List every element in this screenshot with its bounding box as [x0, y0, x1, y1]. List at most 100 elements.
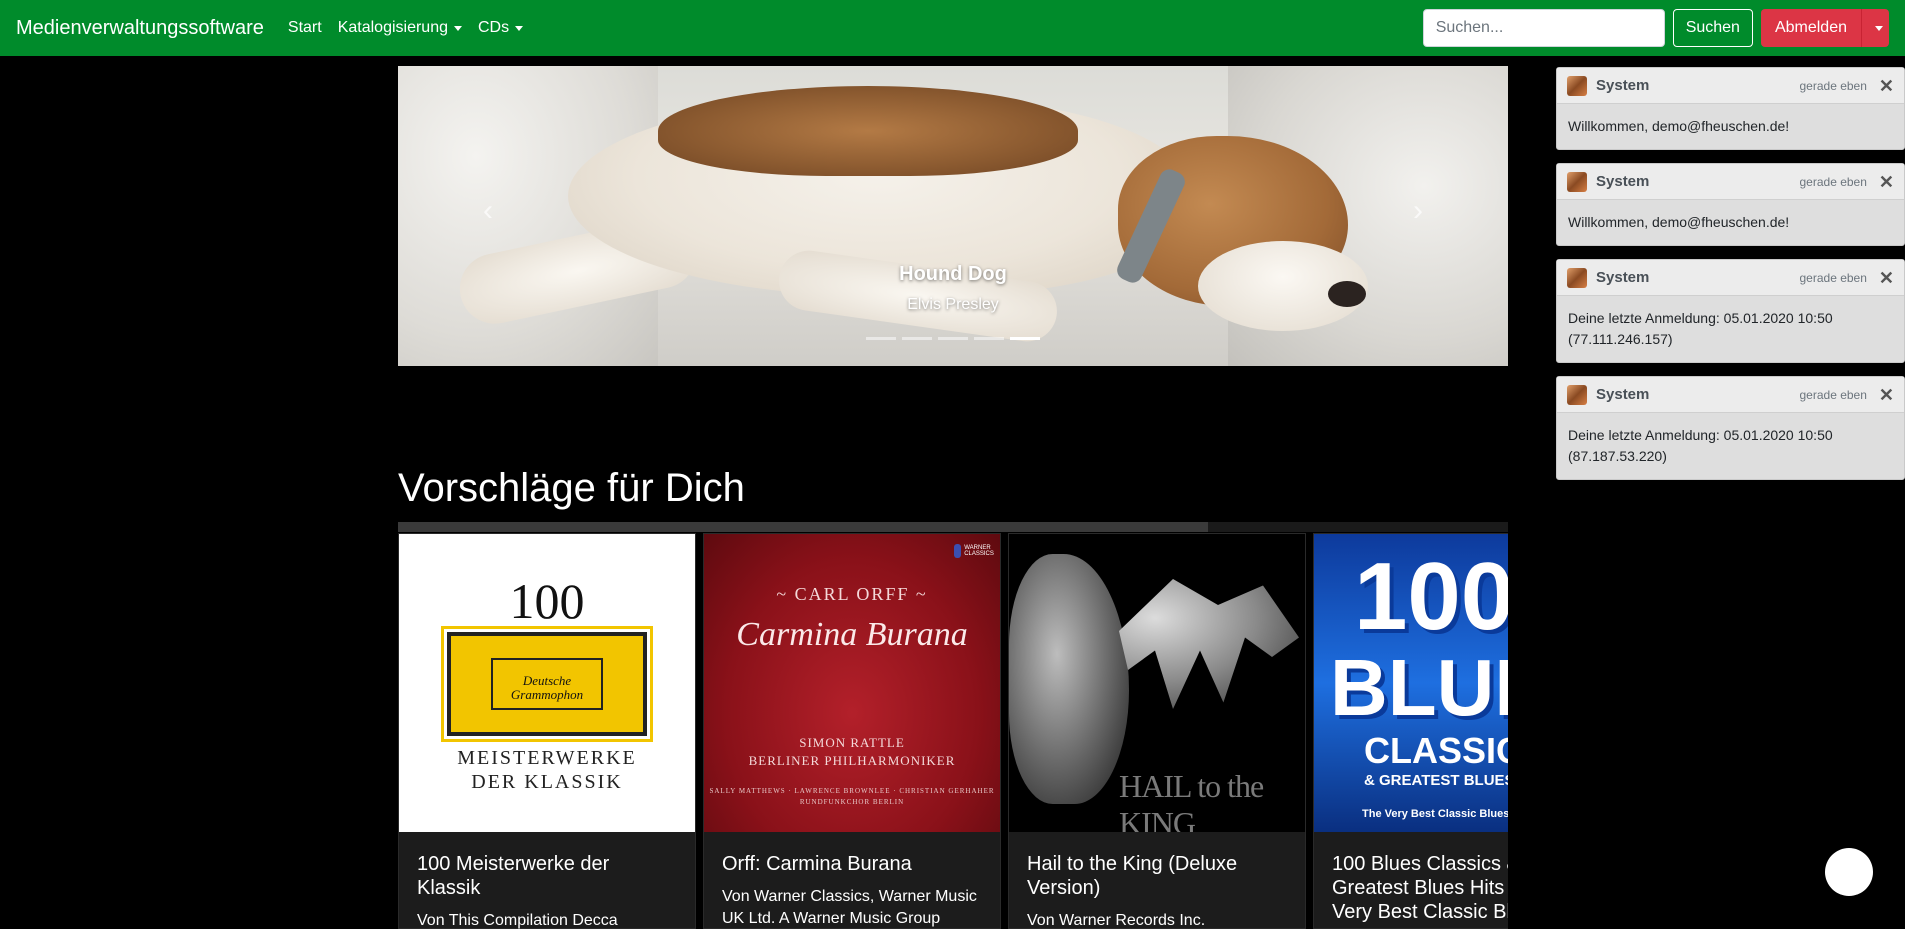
nav-start-label: Start [287, 19, 322, 36]
navbar: Medienverwaltungssoftware Start Katalogi… [0, 0, 1905, 56]
cover-composer: ~ CARL ORFF ~ [776, 584, 928, 604]
carousel-indicator[interactable] [974, 337, 1004, 340]
carousel-next-button[interactable]: › [1398, 191, 1438, 231]
close-icon[interactable]: ✕ [1879, 386, 1894, 404]
toast-body: Deine letzte Anmeldung: 05.01.2020 10:50… [1568, 310, 1833, 347]
album-cover[interactable]: 100 Deutsche Grammophon MEISTERWERKE DER K… [399, 534, 695, 832]
nav-start[interactable]: Start [288, 19, 322, 37]
carousel: ‹ › Hound Dog Elvis Presley [398, 66, 1508, 366]
section-title: Vorschläge für Dich [398, 466, 745, 510]
brand[interactable]: Medienverwaltungssoftware [16, 17, 264, 40]
search-button[interactable]: Suchen [1672, 9, 1753, 47]
cover-singers-line: SALLY MATTHEWS · LAWRENCE BROWNLEE · CHR… [709, 787, 995, 795]
card-body: 100 Blues Classics & Greatest Blues Hits… [1314, 832, 1508, 929]
toast-title: System [1596, 173, 1650, 190]
nav-katalogisierung-label: Katalogisierung [337, 19, 448, 36]
toast-body: Deine letzte Anmeldung: 05.01.2020 10:50… [1568, 427, 1833, 464]
cover-title: MEISTERWERKE DER KLASSIK [399, 746, 695, 794]
dg-label-frame: Deutsche Grammophon [441, 626, 653, 742]
app-icon [1567, 384, 1587, 405]
carousel-indicators [398, 337, 1508, 340]
album-cover[interactable]: HAIL to the KING [1009, 534, 1305, 832]
chat-bubble-button[interactable] [1825, 848, 1873, 896]
toast-title: System [1596, 386, 1650, 403]
toast-title: System [1596, 77, 1650, 94]
toast-title: System [1596, 269, 1650, 286]
cover-performers: SIMON RATTLE BERLINER PHILHARMONIKER [704, 734, 1000, 770]
album-card[interactable]: 100 BLUES CLASSICS & GREATEST BLUES HITS… [1313, 533, 1508, 929]
suggestion-cards: 100 Deutsche Grammophon MEISTERWERKE DER K… [398, 533, 1508, 929]
chevron-right-icon: › [1413, 194, 1423, 227]
toast-header: System gerade eben ✕ [1557, 68, 1904, 104]
album-card[interactable]: WARNER CLASSICS ~ CARL ORFF ~ Carmina Bu… [703, 533, 1001, 929]
cover-text: HAIL to the KING [1119, 768, 1264, 832]
card-body: Orff: Carmina Burana Von Warner Classics… [704, 832, 1000, 929]
cover-skull [1009, 554, 1129, 804]
card-title[interactable]: Hail to the King (Deluxe Version) [1027, 852, 1287, 900]
cover-wing [1119, 579, 1299, 709]
album-card[interactable]: 100 Deutsche Grammophon MEISTERWERKE DER K… [398, 533, 696, 929]
nav-right: Suchen Abmelden [1422, 9, 1889, 47]
cover-word-greatest: & GREATEST BLUES HITS [1364, 772, 1508, 789]
toast-time: gerade eben [1799, 270, 1867, 285]
toast-time: gerade eben [1799, 174, 1867, 189]
cover-word-verybest: The Very Best Classic Blues [1362, 808, 1508, 820]
scrollbar-thumb[interactable] [398, 522, 1208, 532]
logout-button[interactable]: Abmelden [1760, 9, 1861, 47]
cover-title-line1: MEISTERWERKE [457, 747, 637, 769]
carousel-indicator[interactable] [902, 337, 932, 340]
cover-title-line2: DER KLASSIK [471, 771, 623, 793]
carousel-subtitle: Elvis Presley [907, 296, 999, 313]
logout-group: Abmelden [1760, 9, 1889, 47]
cover-choir: RUNDFUNKCHOR BERLIN [799, 798, 905, 806]
close-icon[interactable]: ✕ [1879, 269, 1894, 287]
carousel-caption: Hound Dog Elvis Presley [398, 263, 1508, 314]
warner-logo-icon [954, 544, 962, 558]
album-cover[interactable]: WARNER CLASSICS ~ CARL ORFF ~ Carmina Bu… [704, 534, 1000, 832]
cover-work: Carmina Burana [736, 616, 968, 653]
dg-label-line2: Grammophon [510, 687, 584, 702]
chevron-down-icon [454, 25, 462, 31]
toast: System gerade eben ✕ Deine letzte Anmeld… [1556, 259, 1905, 363]
cover-number: 100 [1354, 543, 1508, 650]
card-text: Von Warner Classics, Warner Music UK Ltd… [722, 888, 977, 927]
nav-cds-label: CDs [478, 19, 510, 36]
logout-dropdown-toggle[interactable] [1861, 9, 1889, 47]
card-title[interactable]: 100 Meisterwerke der Klassik [417, 852, 677, 900]
carousel-indicator[interactable] [938, 337, 968, 340]
toast-time: gerade eben [1799, 78, 1867, 93]
cover-orchestra: BERLINER PHILHARMONIKER [748, 753, 956, 768]
card-title[interactable]: 100 Blues Classics & Greatest Blues Hits… [1332, 852, 1508, 924]
close-icon[interactable]: ✕ [1879, 77, 1894, 95]
toast-header: System gerade eben ✕ [1557, 164, 1904, 200]
album-cover[interactable]: 100 BLUES CLASSICS & GREATEST BLUES HITS… [1314, 534, 1508, 832]
card-text: Von Warner Records Inc. [1027, 912, 1206, 929]
toast: System gerade eben ✕ Willkommen, demo@fh… [1556, 163, 1905, 246]
toast-header: System gerade eben ✕ [1557, 377, 1904, 413]
image-dog-back [658, 86, 1078, 176]
nav-cds[interactable]: CDs [478, 19, 524, 37]
toast: System gerade eben ✕ Deine letzte Anmeld… [1556, 376, 1905, 480]
dg-label: Deutsche Grammophon [491, 658, 603, 710]
card-body: 100 Meisterwerke der Klassik Von This Co… [399, 832, 695, 929]
search-input[interactable] [1422, 9, 1665, 47]
carousel-prev-button[interactable]: ‹ [468, 191, 508, 231]
cover-word-classics: CLASSICS [1364, 730, 1508, 771]
carousel-indicator-active[interactable] [1010, 337, 1040, 340]
carousel-image [398, 66, 1508, 366]
album-card[interactable]: HAIL to the KING Hail to the King (Delux… [1008, 533, 1306, 929]
chevron-left-icon: ‹ [483, 194, 493, 227]
nav-katalogisierung[interactable]: Katalogisierung [338, 19, 462, 37]
warner-classics-logo: WARNER CLASSICS [954, 542, 994, 560]
chevron-down-icon [515, 25, 524, 31]
warner-logo-text: WARNER CLASSICS [964, 545, 994, 557]
card-title[interactable]: Orff: Carmina Burana [722, 852, 982, 876]
card-text: Von This Compilation Decca [417, 912, 618, 929]
cover-word-blues: BLUES [1330, 643, 1508, 732]
toast: System gerade eben ✕ Willkommen, demo@fh… [1556, 67, 1905, 150]
app-icon [1567, 75, 1587, 96]
carousel-indicator[interactable] [866, 337, 896, 340]
dg-label-line1: Deutsche [522, 673, 572, 688]
close-icon[interactable]: ✕ [1879, 173, 1894, 191]
horizontal-scrollbar[interactable] [398, 522, 1508, 532]
